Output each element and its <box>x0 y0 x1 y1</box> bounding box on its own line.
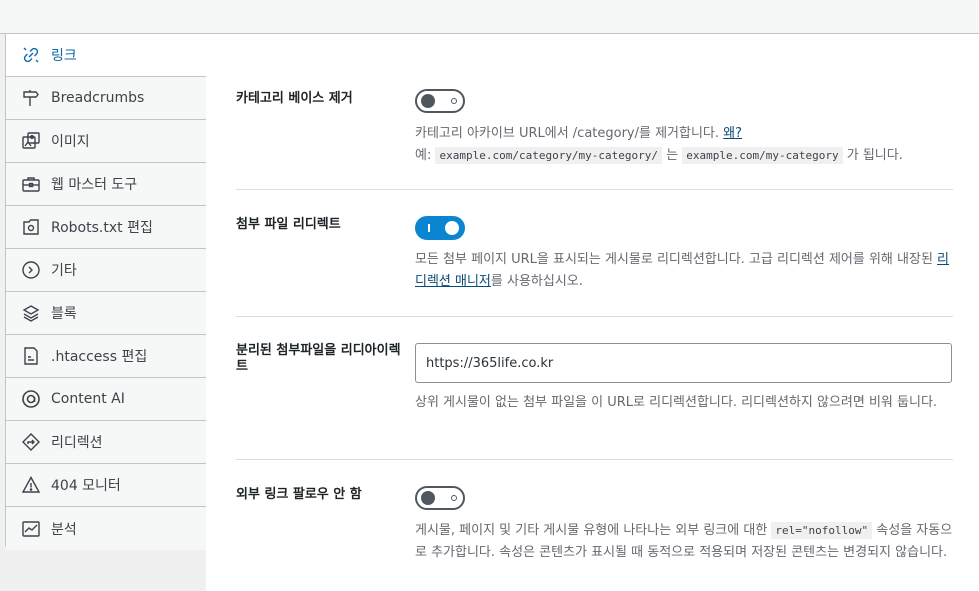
content-ai-icon <box>21 389 41 409</box>
toggle-off-indicator <box>451 495 457 501</box>
strip-category-toggle[interactable] <box>415 89 465 113</box>
sidebar-item-images[interactable]: 이미지 <box>6 120 206 163</box>
sidebar-item-label: 기타 <box>51 263 77 279</box>
sidebar-item-content-ai[interactable]: Content AI <box>6 378 206 421</box>
sidebar-item-label: 웹 마스터 도구 <box>51 177 138 193</box>
strip-category-label: 카테고리 베이스 제거 <box>236 91 353 106</box>
htaccess-file-icon <box>21 346 41 366</box>
warning-icon <box>21 475 41 495</box>
sidebar-item-label: 리디렉션 <box>51 435 103 451</box>
robots-file-icon <box>21 217 41 237</box>
sidebar-item-redirections[interactable]: 리디렉션 <box>6 421 206 464</box>
misc-icon <box>21 260 41 280</box>
settings-sidebar: 링크 Breadcrumbs 이미지 웹 마스터 도구 Robots.txt 편… <box>5 34 207 550</box>
strip-category-description: 카테고리 아카이브 URL에서 /category/를 제거합니다. 왜? 예:… <box>415 126 903 164</box>
image-icon <box>21 131 41 151</box>
nofollow-code: rel="nofollow" <box>771 522 873 539</box>
sidebar-item-misc[interactable]: 기타 <box>6 249 206 292</box>
sidebar-item-robots-txt[interactable]: Robots.txt 편집 <box>6 206 206 249</box>
sidebar-item-label: 이미지 <box>51 134 90 150</box>
sidebar-item-analytics[interactable]: 분석 <box>6 507 206 550</box>
attachment-redirect-toggle[interactable] <box>415 216 465 240</box>
redirect-icon <box>21 432 41 452</box>
sidebar-item-label: Robots.txt 편집 <box>51 220 153 236</box>
nofollow-external-toggle[interactable] <box>415 486 465 510</box>
signpost-icon <box>21 88 41 108</box>
blocks-icon <box>21 303 41 323</box>
row-divider <box>236 316 953 317</box>
sidebar-item-label: Content AI <box>51 391 125 407</box>
example-from-code: example.com/category/my-category/ <box>435 147 663 164</box>
orphan-redirect-description: 상위 게시물이 없는 첨부 파일을 이 URL로 리디렉션합니다. 리디렉션하지… <box>415 395 938 410</box>
toggle-on-indicator <box>428 224 430 232</box>
orphan-redirect-label: 분리된 첨부파일을 리디아이렉트 <box>236 343 401 374</box>
sidebar-item-blocks[interactable]: 블록 <box>6 292 206 335</box>
sidebar-item-label: .htaccess 편집 <box>51 349 148 365</box>
sidebar-item-webmaster-tools[interactable]: 웹 마스터 도구 <box>6 163 206 206</box>
sidebar-item-label: 링크 <box>51 48 77 64</box>
row-divider <box>236 189 953 190</box>
why-link[interactable]: 왜? <box>723 126 742 141</box>
top-bar <box>0 0 979 34</box>
link-icon <box>21 45 41 65</box>
toggle-knob <box>421 94 435 108</box>
example-to-code: example.com/my-category <box>682 147 843 164</box>
settings-panel: 카테고리 베이스 제거 카테고리 아카이브 URL에서 /category/를 … <box>206 34 979 591</box>
sidebar-item-label: 404 모니터 <box>51 478 121 494</box>
sidebar-item-label: 분석 <box>51 521 77 538</box>
sidebar-item-htaccess[interactable]: .htaccess 편집 <box>6 335 206 378</box>
sidebar-item-links[interactable]: 링크 <box>6 34 207 77</box>
analytics-icon <box>21 519 41 539</box>
sidebar-item-breadcrumbs[interactable]: Breadcrumbs <box>6 77 206 120</box>
toggle-off-indicator <box>451 98 457 104</box>
toggle-knob <box>421 491 435 505</box>
row-divider <box>236 459 953 460</box>
sidebar-item-label: Breadcrumbs <box>51 90 145 106</box>
nofollow-external-label: 외부 링크 팔로우 안 함 <box>236 487 362 502</box>
toggle-knob <box>445 221 459 235</box>
nofollow-external-description: 게시물, 페이지 및 기타 게시물 유형에 나타나는 외부 링크에 대한 rel… <box>415 522 953 560</box>
orphan-redirect-url-input[interactable] <box>415 343 952 383</box>
sidebar-item-404-monitor[interactable]: 404 모니터 <box>6 464 206 507</box>
sidebar-item-label: 블록 <box>51 306 77 322</box>
toolbox-icon <box>21 174 41 194</box>
attachment-redirect-label: 첨부 파일 리디렉트 <box>236 217 341 232</box>
attachment-redirect-description: 모든 첨부 페이지 URL을 표시되는 게시물로 리디렉션합니다. 고급 리디렉… <box>415 252 949 289</box>
